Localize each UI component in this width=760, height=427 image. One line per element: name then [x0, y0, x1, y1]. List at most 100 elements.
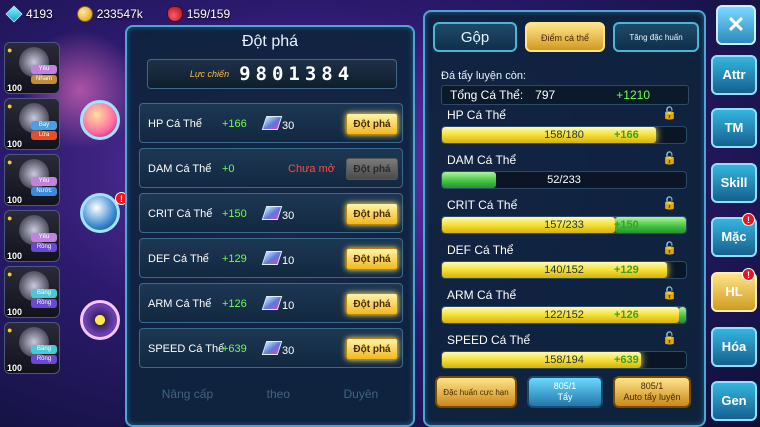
tm-button[interactable]: TM [711, 108, 757, 148]
stat-row-dam: DAM Cá Thể 🔓 52/233 [441, 151, 689, 195]
nav-affinity[interactable]: Duyên [344, 387, 379, 417]
stat-bar: 157/233 +150 [441, 216, 687, 234]
stat-add: +126 [614, 309, 639, 321]
stat-add: +639 [614, 354, 639, 366]
stat-bonus: +0 [222, 163, 235, 175]
crystal-icon [261, 341, 283, 355]
pet-card[interactable]: ● Yêu Nham 100 [4, 42, 60, 94]
stat-bar: 158/194 +639 [441, 351, 687, 369]
notification-badge: ! [742, 213, 755, 226]
breakthrough-row-hp: HP Cá Thể +166 30 Đột phá [139, 103, 403, 143]
lock-icon[interactable]: 🔓 [662, 241, 677, 255]
stat-name: DEF Cá Thể [148, 253, 209, 265]
gem-counter: 4193 [5, 5, 53, 23]
breakthrough-button[interactable]: Đột phá [346, 158, 398, 180]
type-tag: Băng [31, 289, 57, 298]
attr-button[interactable]: Attr [711, 55, 757, 95]
breakthrough-button[interactable]: Đột phá [346, 248, 398, 270]
stat-row-def: DEF Cá Thể 🔓 140/152 +129 [441, 241, 689, 285]
stat-name: SPEED Cá Thể [148, 343, 225, 355]
stone-cost: 10 [282, 255, 295, 267]
type-tag: Rồng [31, 355, 57, 364]
type-tag: Nước [31, 187, 57, 196]
power-value: 9801384 [239, 63, 355, 85]
close-icon[interactable]: ✕ [716, 5, 756, 45]
lock-icon[interactable]: 🔓 [662, 106, 677, 120]
stamina-value: 159/159 [186, 7, 231, 21]
stat-name: CRIT Cá Thể [447, 198, 518, 212]
stat-name: CRIT Cá Thể [148, 208, 213, 220]
stone-cost: 30 [282, 210, 295, 222]
total-bonus: +1210 [616, 88, 650, 102]
stat-add: +150 [614, 219, 639, 231]
lock-icon[interactable]: 🔓 [662, 196, 677, 210]
breakthrough-button[interactable]: Đột phá [346, 338, 398, 360]
lock-button[interactable]: ! [80, 192, 128, 233]
stat-bonus: +129 [222, 253, 247, 265]
stat-name: HP Cá Thể [148, 118, 203, 130]
type-tag: Yêu [31, 233, 57, 242]
pet-level: 100 [7, 307, 23, 317]
stat-bonus: +639 [222, 343, 247, 355]
stat-name: ARM Cá Thể [447, 288, 517, 302]
stat-value: 122/152 [544, 309, 584, 321]
wash-button[interactable]: 805/1 Tẩy [527, 376, 603, 408]
pet-level: 100 [7, 139, 23, 149]
stone-cost: 30 [282, 345, 295, 357]
tab-merge[interactable]: Gộp [433, 22, 517, 52]
stat-name: HP Cá Thể [447, 108, 506, 122]
stat-bar: 52/233 [441, 171, 687, 189]
skill-button[interactable]: Skill [711, 163, 757, 203]
stat-row-hp: HP Cá Thể 🔓 158/180 +166 [441, 106, 689, 150]
lock-icon[interactable]: 🔓 [662, 151, 677, 165]
breakthrough-row-dam: DAM Cá Thể +0 Chưa mở Đột phá [139, 148, 403, 188]
special-training-button[interactable]: Đặc huấn cực hạn [435, 376, 517, 408]
stat-bonus: +150 [222, 208, 247, 220]
breakthrough-row-def: DEF Cá Thể +129 10 Đột phá [139, 238, 403, 278]
total-points: Tổng Cá Thể: 797 +1210 [441, 85, 689, 105]
notification-badge: ! [742, 268, 755, 281]
type-tag: Yêu [31, 65, 57, 74]
gem-value: 4193 [26, 7, 53, 21]
evolve-button[interactable]: Hóa [711, 327, 757, 367]
stat-bonus: +166 [222, 118, 247, 130]
pet-card[interactable]: ● Yêu Nước 100 [4, 154, 60, 206]
stat-value: 157/233 [544, 219, 584, 231]
stat-bonus: +126 [222, 298, 247, 310]
stat-name: DAM Cá Thể [447, 153, 517, 167]
tab-special-training[interactable]: Tăng đặc huấn [613, 22, 699, 52]
stat-name: SPEED Cá Thể [447, 333, 531, 347]
pet-card[interactable]: ● Băng Rồng 100 [4, 322, 60, 374]
tab-bar: Gộp Điểm cá thể Tăng đặc huấn [433, 22, 699, 52]
stat-value: 140/152 [544, 264, 584, 276]
tab-individual-points[interactable]: Điểm cá thể [525, 22, 605, 52]
pet-card[interactable]: ● Bay Lửa 100 [4, 98, 60, 150]
crystal-icon [261, 206, 283, 220]
pet-card[interactable]: ● Yêu Rồng 100 [4, 210, 60, 262]
panel-title: Đột phá [241, 33, 299, 50]
auto-wash-button[interactable]: 805/1 Auto tẩy luyện [613, 376, 691, 408]
crystal-icon [261, 116, 283, 130]
breakthrough-button[interactable]: Đột phá [346, 113, 398, 135]
lock-icon[interactable]: 🔓 [662, 286, 677, 300]
breakthrough-button[interactable]: Đột phá [346, 203, 398, 225]
gen-button[interactable]: Gen [711, 381, 757, 421]
type-tag: Bay [31, 121, 57, 130]
nav-follow[interactable]: theo [267, 387, 290, 417]
pet-portrait-button[interactable] [80, 100, 120, 140]
lock-icon[interactable]: 🔓 [662, 331, 677, 345]
lock-icon: ● [7, 101, 13, 111]
gold-counter: 233547k [76, 6, 143, 22]
power-label: Lực chiến [189, 69, 230, 79]
pet-card[interactable]: ● Băng Rồng 100 [4, 266, 60, 318]
gold-value: 233547k [96, 7, 143, 21]
lock-icon: ● [7, 325, 13, 335]
stat-add: +129 [614, 264, 639, 276]
breakthrough-button[interactable]: Đột phá [346, 293, 398, 315]
pokeball-button[interactable] [80, 300, 120, 340]
auto-count: 805/1 [640, 381, 664, 391]
type-tag: Băng [31, 345, 57, 354]
nav-upgrade[interactable]: Nâng cấp [162, 387, 213, 417]
wash-count: 805/1 [553, 381, 577, 391]
pet-level: 100 [7, 195, 23, 205]
